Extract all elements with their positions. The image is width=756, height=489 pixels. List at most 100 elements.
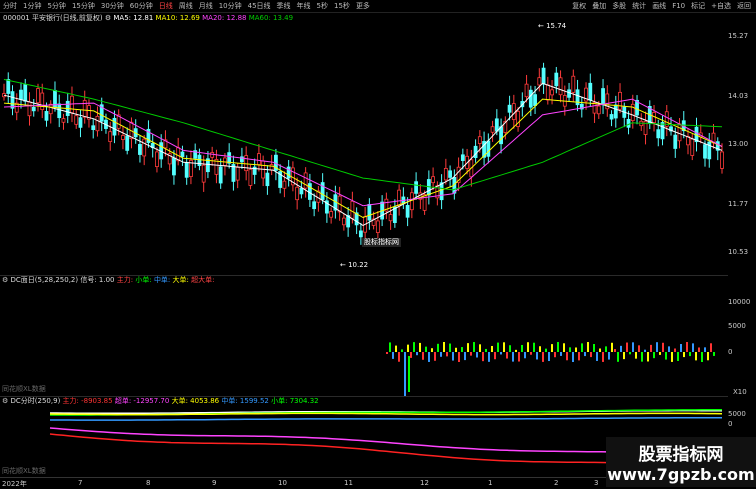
period-tab-8[interactable]: 月线 (196, 0, 216, 12)
candle (57, 94, 62, 128)
period-tab-3[interactable]: 15分钟 (69, 0, 98, 12)
flow-bar (599, 348, 601, 352)
panel2-gear-icon[interactable]: ⚙ (2, 276, 8, 284)
flow-bar (641, 352, 643, 362)
tool-button-3[interactable]: 统计 (629, 2, 649, 10)
flow-bar (512, 352, 514, 362)
candle (490, 120, 495, 142)
flow-bar (560, 352, 562, 356)
candle (146, 120, 151, 148)
panel3-chaoda: 超单: -12957.70 (114, 397, 170, 405)
stock-title: 000001 平安银行(日线,前复权) (3, 14, 103, 22)
panel2-corner: X10 (733, 388, 747, 396)
panel3-tick-0: 5000 (728, 410, 746, 418)
period-tab-15[interactable]: 更多 (353, 0, 373, 12)
panel3-gear-icon[interactable]: ⚙ (2, 397, 8, 405)
flow-bar (476, 352, 478, 358)
candle (588, 73, 593, 107)
flow-bar (659, 352, 661, 355)
time-tick-1: 7 (78, 479, 83, 487)
low-value: 10.22 (348, 261, 369, 269)
panel3-dadan: 大单: 4053.86 (171, 397, 220, 405)
period-tab-10[interactable]: 45日线 (245, 0, 274, 12)
ma10-label: MA10: 12.69 (155, 14, 200, 22)
panel2-tick-2: 0 (728, 348, 733, 356)
flow-bar (674, 348, 676, 352)
candle (184, 155, 189, 185)
panel2-tick-0: 10000 (728, 298, 751, 306)
flow-bar (425, 346, 427, 352)
tool-button-6[interactable]: 标记 (688, 2, 708, 10)
price-chart[interactable] (0, 24, 728, 269)
tool-button-4[interactable]: 画线 (649, 2, 669, 10)
flow-bar (419, 342, 421, 352)
flow-bar (581, 343, 583, 352)
flow-bar (449, 343, 451, 352)
time-tick-3: 9 (212, 479, 217, 487)
tool-button-1[interactable]: 叠加 (589, 2, 609, 10)
flow-bar (614, 349, 616, 352)
tool-button-0[interactable]: 复权 (569, 2, 589, 10)
tool-button-7[interactable]: +自选 (708, 2, 734, 10)
candle (397, 184, 402, 216)
flow-bar (386, 352, 388, 354)
capital-flow-bars[interactable] (0, 286, 728, 396)
gear-icon[interactable]: ⚙ (105, 14, 111, 22)
candle (558, 70, 563, 103)
candle (176, 137, 181, 166)
candle (91, 118, 96, 139)
period-tab-11[interactable]: 季线 (274, 0, 294, 12)
panel2-zhongdan: 中单: (153, 276, 171, 284)
candle (592, 94, 597, 123)
candle (257, 144, 261, 172)
flow-bar (410, 352, 412, 358)
flow-bar (428, 352, 430, 362)
period-tab-14[interactable]: 15秒 (331, 0, 353, 12)
flow-bar (635, 352, 637, 359)
watermark: 股票指标网 www.7gpzb.com (606, 437, 756, 487)
candle (711, 123, 716, 149)
candle (27, 92, 32, 126)
period-tab-13[interactable]: 5秒 (314, 0, 331, 12)
candle (218, 158, 223, 189)
panel2-header: ⚙ DC面日(5,28,250,2) 信号: 1.00 主力: 小单: 中单: … (2, 276, 214, 285)
period-toolbar: 分时 1分钟 5分钟 15分钟 30分钟 60分钟 日线 周线 月线 10分钟 45日线 季线 年线 5秒… (0, 0, 756, 13)
flow-bar (407, 344, 409, 352)
period-tab-7[interactable]: 周线 (176, 0, 196, 12)
period-tab-6[interactable]: 日线 (156, 0, 176, 12)
candle (23, 78, 28, 107)
candle (31, 98, 36, 117)
flow-bar (638, 345, 640, 352)
flow-bar (650, 344, 652, 352)
flow-bar (506, 352, 508, 359)
tool-button-2[interactable]: 多股 (609, 2, 629, 10)
period-tab-1[interactable]: 1分钟 (20, 0, 44, 12)
flow-bar (605, 346, 607, 352)
tool-button-8[interactable]: 返回 (734, 2, 754, 10)
price-tick-2: 13.00 (728, 140, 749, 148)
flow-bar (617, 352, 619, 362)
time-tick-2: 8 (146, 479, 151, 487)
panel2-dadan: 大单: (172, 276, 189, 284)
time-tick-9: 3 (594, 479, 599, 487)
ma60-label: MA60: 13.49 (248, 14, 294, 22)
candle (231, 155, 236, 191)
flow-bar (446, 352, 448, 357)
period-tab-2[interactable]: 5分钟 (44, 0, 68, 12)
candle (541, 62, 546, 94)
period-tab-5[interactable]: 60分钟 (127, 0, 156, 12)
flow-bar (485, 348, 487, 352)
flow-bar (557, 342, 559, 352)
period-tab-9[interactable]: 10分钟 (216, 0, 245, 12)
period-tab-0[interactable]: 分时 (0, 0, 20, 12)
period-tab-12[interactable]: 年线 (294, 0, 314, 12)
flow-bar (542, 352, 544, 362)
flow-bar (408, 356, 410, 392)
candle (545, 76, 550, 105)
flow-bar (527, 342, 529, 352)
flow-bar (569, 347, 571, 352)
period-tab-4[interactable]: 30分钟 (98, 0, 127, 12)
tool-button-5[interactable]: F10 (669, 2, 688, 10)
price-tick-4: 10.53 (728, 248, 749, 256)
candle (142, 135, 147, 166)
